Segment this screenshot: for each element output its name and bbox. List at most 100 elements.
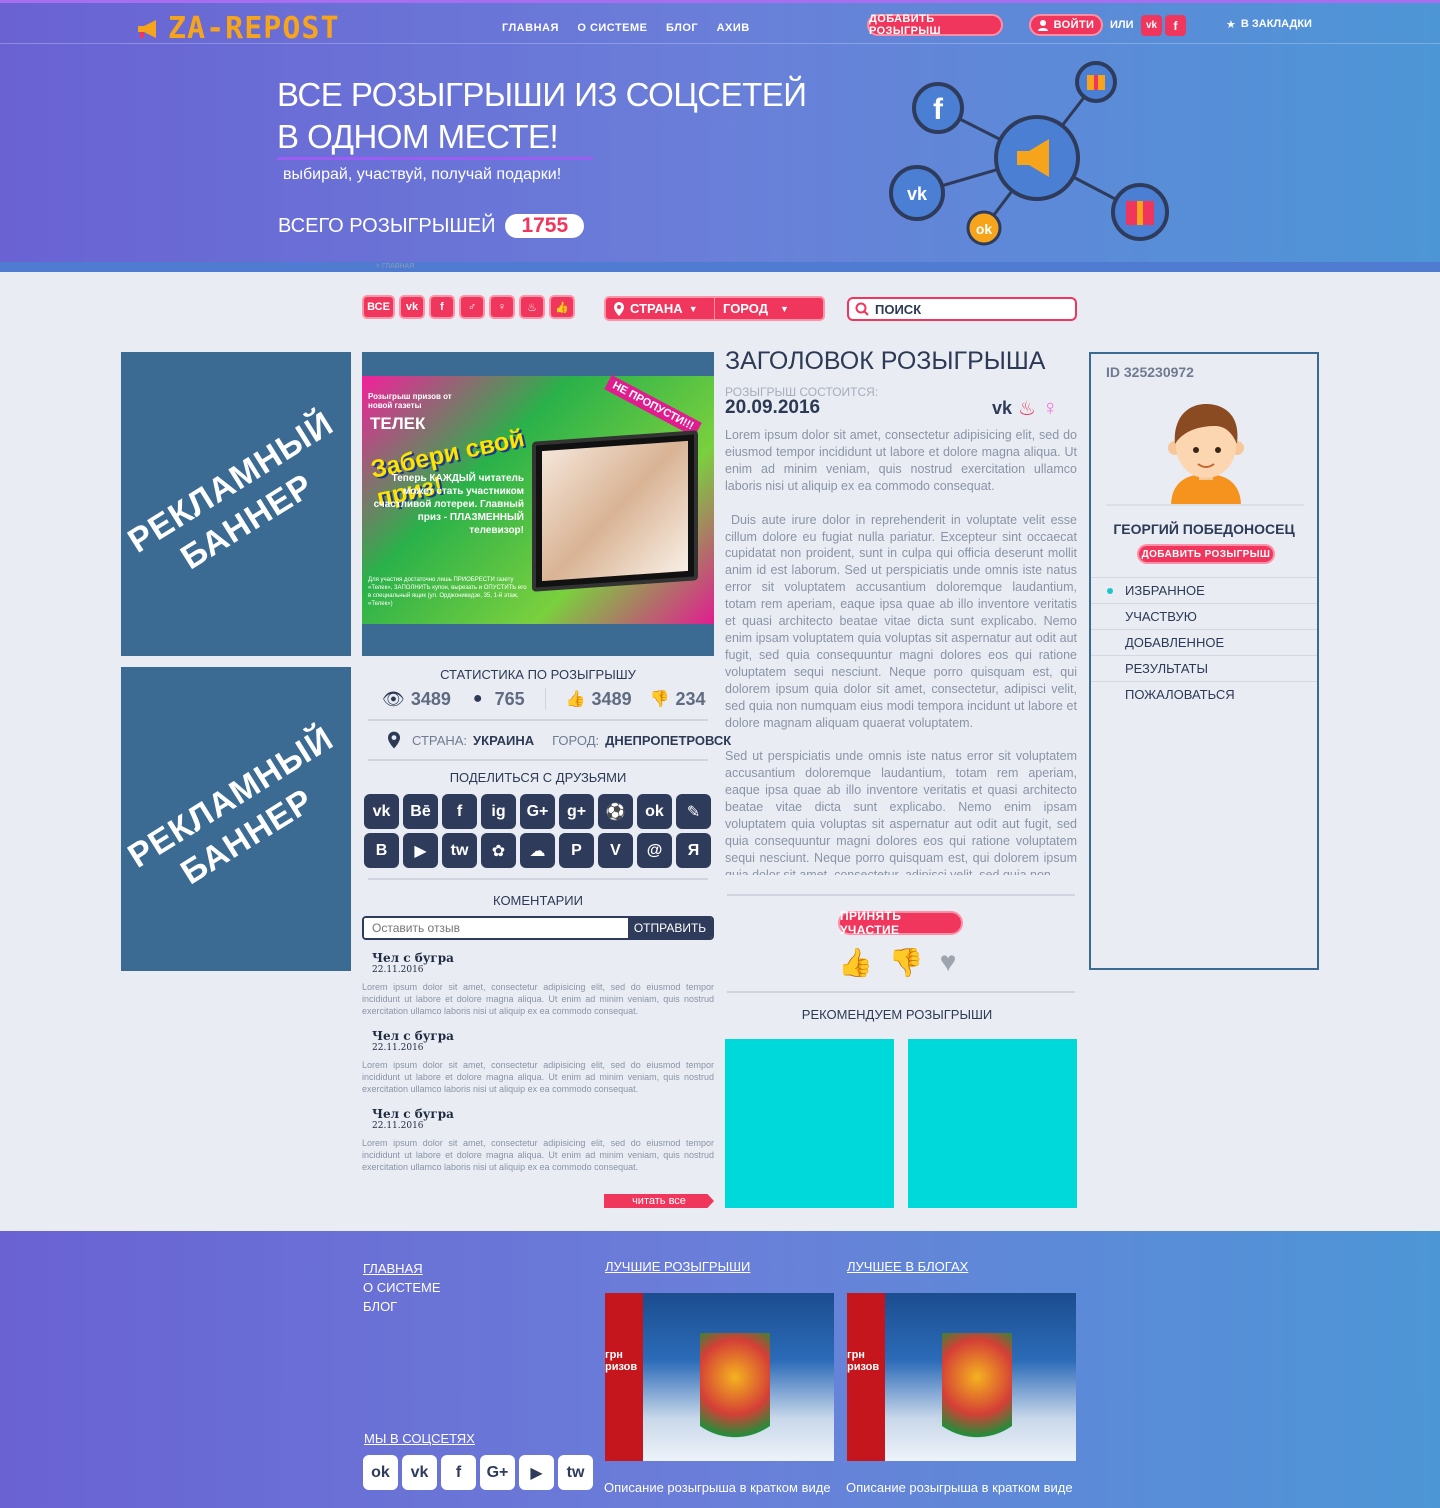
filter-fire-icon[interactable]: ♨ [519,295,545,319]
prize-image[interactable]: Розыгрыш призов от новой газеты ТЕЛЕК За… [362,352,714,656]
best-giveaways-title[interactable]: ЛУЧШИЕ РОЗЫГРЫШИ [605,1259,750,1274]
best-giveaway-caption[interactable]: Описание розыгрыша в кратком виде [604,1480,831,1495]
hero-underline [277,157,593,160]
profile-add-giveaway-button[interactable]: ДОБАВИТЬ РОЗЫГРЫШ [1137,544,1275,564]
footer-nav: ГЛАВНАЯ О СИСТЕМЕ БЛОГ [363,1259,441,1316]
filter-female-icon[interactable]: ♀ [489,295,515,319]
footer-link-home[interactable]: ГЛАВНАЯ [363,1259,441,1278]
footer-twitter-icon[interactable]: tw [558,1455,593,1490]
filter-male-icon[interactable]: ♂ [459,295,485,319]
bookmark-link[interactable]: ★ В ЗАКЛАДКИ [1226,18,1312,31]
share-youtube-icon[interactable]: ▶ [403,833,438,868]
share-blogger-icon[interactable]: B [364,833,399,868]
recommend-title: РЕКОМЕНДУЕМ РОЗЫГРЫШИ [801,1007,993,1022]
share-twitter-icon[interactable]: tw [442,833,477,868]
share-google-plus-icon[interactable]: G+ [520,794,555,829]
divider [368,759,708,761]
dislikes-count: 234 [675,688,706,709]
share-livejournal-icon[interactable]: ✎ [676,794,711,829]
share-google-plus-alt-icon[interactable]: g+ [559,794,594,829]
hero-header: ZA-REPOST ГЛАВНАЯ О СИСТЕМЕ БЛОГ АХИВ ДО… [0,0,1440,272]
giveaway-title: ЗАГОЛОВОК РОЗЫГРЫША [725,347,1046,375]
megaphone-icon [138,19,156,38]
comment-item: Чел с бугра 22.11.2016 Lorem ipsum dolor… [362,1107,714,1185]
city-select[interactable]: ГОРОД ▼ [715,301,789,316]
share-dribbble-icon[interactable]: ⚽ [598,794,633,829]
footer-odnoklassniki-icon[interactable]: ok [363,1455,398,1490]
best-blog-image[interactable]: грн ризов [847,1293,1076,1461]
filter-like-icon[interactable]: 👍 [549,295,575,319]
nav-home[interactable]: ГЛАВНАЯ [502,22,559,34]
filter-all-button[interactable]: ВСЕ [362,295,395,319]
footer-youtube-icon[interactable]: ▶ [519,1455,554,1490]
comment-text: Lorem ipsum dolor sit amet, consectetur … [362,1060,714,1094]
menu-favorites[interactable]: ИЗБРАННОЕ [1091,577,1317,603]
ad-banner-1[interactable]: РЕКЛАМНЫЙ БАННЕР [121,352,351,656]
add-giveaway-button[interactable]: ДОБАВИТЬ РОЗЫГРЫШ [867,13,1003,37]
footer-facebook-icon[interactable]: f [441,1455,476,1490]
comment-input[interactable] [364,918,628,938]
best-blog-caption[interactable]: Описание розыгрыша в кратком виде [846,1480,1073,1495]
menu-report[interactable]: ПОЖАЛОВАТЬСЯ [1091,681,1317,707]
city-label: ГОРОД [723,301,769,316]
vk-icon: vk [992,397,1013,418]
send-comment-button[interactable]: ОТПРАВИТЬ [628,918,712,938]
footer-social-title: МЫ В СОЦСЕТЯХ [364,1431,475,1446]
share-odnoklassniki-icon[interactable]: ok [637,794,672,829]
ad-banner-2[interactable]: РЕКЛАМНЫЙ БАННЕР [121,667,351,971]
best-blog-title[interactable]: ЛУЧШЕЕ В БЛОГАХ [847,1259,968,1274]
country-select[interactable]: СТРАНА ▼ [606,298,715,319]
login-button[interactable]: ВОЙТИ [1029,14,1103,36]
login-label: ВОЙТИ [1053,19,1095,31]
footer-google-plus-icon[interactable]: G+ [480,1455,515,1490]
share-behance-icon[interactable]: Bē [403,794,438,829]
dislike-icon[interactable]: 👎 [889,946,924,979]
filter-facebook-icon[interactable]: f [429,295,455,319]
share-instagram-icon[interactable]: ig [481,794,516,829]
nav-about[interactable]: О СИСТЕМЕ [577,22,647,34]
recommended-giveaway-card[interactable] [908,1039,1077,1208]
like-icon[interactable]: 👍 [838,946,873,979]
menu-participating[interactable]: УЧАСТВУЮ [1091,603,1317,629]
share-pinterest-icon[interactable]: P [559,833,594,868]
ad-banner-label: РЕКЛАМНЫЙ БАННЕР [121,719,341,893]
share-vk-icon[interactable]: vk [364,794,399,829]
female-icon: ♀ [1041,395,1059,420]
share-email-icon[interactable]: @ [637,833,672,868]
footer-vk-icon[interactable]: vk [402,1455,437,1490]
footer-link-about[interactable]: О СИСТЕМЕ [363,1278,441,1297]
giveaway-description: Lorem ipsum dolor sit amet, consectetur … [725,427,1077,875]
draw-date: 20.09.2016 [725,397,821,418]
nav-archive[interactable]: АХИВ [717,22,750,34]
best-giveaway-image[interactable]: грн ризов [605,1293,834,1461]
location-info: СТРАНА: УКРАИНА ГОРОД: ДНЕПРОПЕТРОВСК [388,731,731,749]
share-vimeo-icon[interactable]: V [598,833,633,868]
search-input[interactable] [875,301,1065,317]
stats-divider [544,688,546,710]
breadcrumb[interactable]: > ГЛАВНАЯ [376,263,414,270]
divider [368,878,708,880]
recommended-giveaway-card[interactable] [725,1039,894,1208]
share-myworld-icon[interactable]: ✿ [481,833,516,868]
share-facebook-icon[interactable]: f [442,794,477,829]
filter-vk-icon[interactable]: vk [399,295,425,319]
poster-ribbon: НЕ ПРОПУСТИ!!! [604,374,702,438]
share-grid: vk Bē f ig G+ g+ ⚽ ok ✎ B ▶ tw ✿ ☁ P V @… [364,794,711,868]
footer-link-blog[interactable]: БЛОГ [363,1297,441,1316]
menu-results[interactable]: РЕЗУЛЬТАТЫ [1091,655,1317,681]
comment-author: Чел с бугра [372,1029,454,1043]
login-facebook-icon[interactable]: f [1165,15,1186,36]
heart-icon[interactable]: ♥ [940,946,957,979]
fire-icon: ♨ [1018,397,1036,420]
login-vk-icon[interactable]: vk [1141,15,1162,36]
logo[interactable]: ZA-REPOST [136,11,340,46]
star-icon: ★ [1226,19,1236,31]
read-all-comments-button[interactable]: читать все [604,1194,714,1208]
menu-added[interactable]: ДОБАВЛЕННОЕ [1091,629,1317,655]
footer: ГЛАВНАЯ О СИСТЕМЕ БЛОГ МЫ В СОЦСЕТЯХ ok … [0,1231,1440,1508]
person-icon: ● [472,690,483,707]
share-yandex-icon[interactable]: Я [676,833,711,868]
nav-blog[interactable]: БЛОГ [666,22,698,34]
participate-button[interactable]: ПРИНЯТЬ УЧАСТИЕ [838,909,963,937]
share-soundcloud-icon[interactable]: ☁ [520,833,555,868]
